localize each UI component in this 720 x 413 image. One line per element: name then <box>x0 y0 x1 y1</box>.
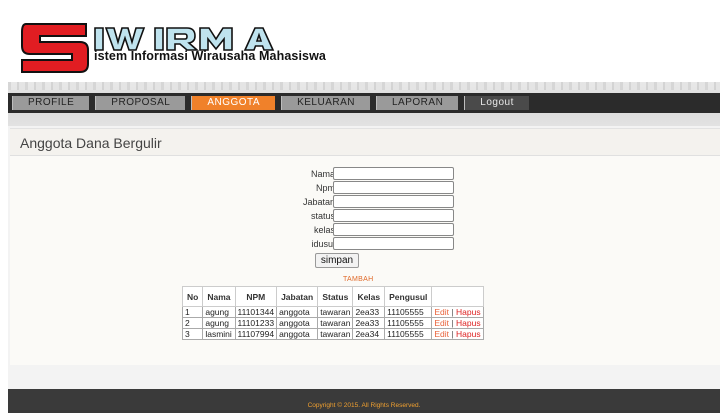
cell-jabatan: anggota <box>276 317 319 329</box>
copyright-text: Copyright © 2015. All Rights Reserved. <box>307 402 421 409</box>
action-separator: | <box>451 318 454 328</box>
nav-item-profile[interactable]: PROFILE <box>12 96 90 110</box>
field-label-idusul: idusul <box>311 239 335 249</box>
cell-kelas: 2ea34 <box>352 328 386 340</box>
cell-actions: Edit | Hapus <box>431 328 484 340</box>
nav-item-laporan[interactable]: LAPORAN <box>376 96 459 110</box>
tambah-label: TAMBAH <box>343 276 374 283</box>
cell-pengusul: 11105555 <box>384 317 433 329</box>
cell-nama: lasmini <box>202 328 236 340</box>
cell-npm: 11107994 <box>234 328 278 340</box>
idusul-input[interactable] <box>333 237 454 250</box>
table-header-row: No Nama NPM Jabatan Status Kelas Pengusu… <box>181 286 484 307</box>
footer: Copyright © 2015. All Rights Reserved. <box>8 389 720 413</box>
form-row-status: status <box>10 209 720 223</box>
hapus-link[interactable]: Hapus <box>456 329 481 339</box>
cell-pengusul: 11105555 <box>384 328 433 340</box>
action-separator: | <box>451 329 454 339</box>
col-header-jabatan: Jabatan <box>276 286 319 307</box>
cell-nama: agung <box>202 306 236 318</box>
edit-link[interactable]: Edit <box>434 329 449 339</box>
status-input[interactable] <box>333 209 454 222</box>
page: istem Informasi Wirausaha Mahasiswa PROF… <box>8 0 720 413</box>
col-header-pengusul: Pengusul <box>384 286 433 307</box>
form-row-kelas: kelas <box>10 223 720 237</box>
col-header-status: Status <box>317 286 354 307</box>
jabatan-input[interactable] <box>333 195 454 208</box>
form-row-npm: Npm <box>10 181 720 195</box>
form-row-nama: Nama <box>10 167 720 181</box>
col-header-nama: Nama <box>202 286 236 307</box>
anggota-table: No Nama NPM Jabatan Status Kelas Pengusu… <box>181 286 484 340</box>
cell-npm: 11101233 <box>234 317 278 329</box>
table-row: 2 agung 11101233 anggota tawaran 2ea33 1… <box>181 317 484 329</box>
simpan-button[interactable]: simpan <box>315 253 359 268</box>
form-row-jabatan: Jabatan <box>10 195 720 209</box>
col-header-actions <box>431 286 484 307</box>
action-separator: | <box>451 307 454 317</box>
col-header-kelas: Kelas <box>352 286 386 307</box>
nav-item-proposal[interactable]: PROPOSAL <box>95 96 186 110</box>
edit-link[interactable]: Edit <box>434 307 449 317</box>
col-header-npm: NPM <box>234 286 278 307</box>
edit-link[interactable]: Edit <box>434 318 449 328</box>
field-label-nama: Nama <box>310 169 335 179</box>
field-label-kelas: kelas <box>313 225 335 235</box>
cell-actions: Edit | Hapus <box>431 306 484 318</box>
cell-npm: 11101344 <box>234 306 278 318</box>
table-row: 3 lasmini 11107994 anggota tawaran 2ea34… <box>181 328 484 340</box>
hapus-link[interactable]: Hapus <box>456 307 481 317</box>
title-bar: Anggota Dana Bergulir <box>10 129 720 156</box>
cell-kelas: 2ea33 <box>352 306 386 318</box>
npm-input[interactable] <box>333 181 454 194</box>
cell-no: 3 <box>181 328 204 340</box>
main-nav: PROFILE PROPOSAL ANGGOTA KELUARAN LAPORA… <box>8 93 720 113</box>
kelas-input[interactable] <box>333 223 454 236</box>
nama-input[interactable] <box>333 167 454 180</box>
cell-no: 1 <box>181 306 204 318</box>
field-label-jabatan: Jabatan <box>302 197 335 207</box>
cell-pengusul: 11105555 <box>384 306 433 318</box>
header: istem Informasi Wirausaha Mahasiswa <box>8 0 720 86</box>
cell-jabatan: anggota <box>276 306 319 318</box>
logo-tagline: istem Informasi Wirausaha Mahasiswa <box>94 49 326 63</box>
nav-item-anggota[interactable]: ANGGOTA <box>191 96 276 110</box>
cell-kelas: 2ea33 <box>352 317 386 329</box>
cell-status: tawaran <box>317 317 354 329</box>
main-content: Anggota Dana Bergulir Nama Npm Jabatan s… <box>10 128 720 365</box>
hapus-link[interactable]: Hapus <box>456 318 481 328</box>
logo-s-icon <box>21 23 89 73</box>
cell-actions: Edit | Hapus <box>431 317 484 329</box>
cell-nama: agung <box>202 317 236 329</box>
page-title: Anggota Dana Bergulir <box>20 135 162 151</box>
col-header-no: No <box>181 286 204 307</box>
nav-item-logout[interactable]: Logout <box>464 96 529 110</box>
field-label-status: status <box>310 211 335 221</box>
cell-jabatan: anggota <box>276 328 319 340</box>
cell-status: tawaran <box>317 328 354 340</box>
form-row-idusul: idusul <box>10 237 720 251</box>
nav-item-keluaran[interactable]: KELUARAN <box>281 96 370 110</box>
cell-no: 2 <box>181 317 204 329</box>
cell-status: tawaran <box>317 306 354 318</box>
table-row: 1 agung 11101344 anggota tawaran 2ea33 1… <box>181 306 484 318</box>
